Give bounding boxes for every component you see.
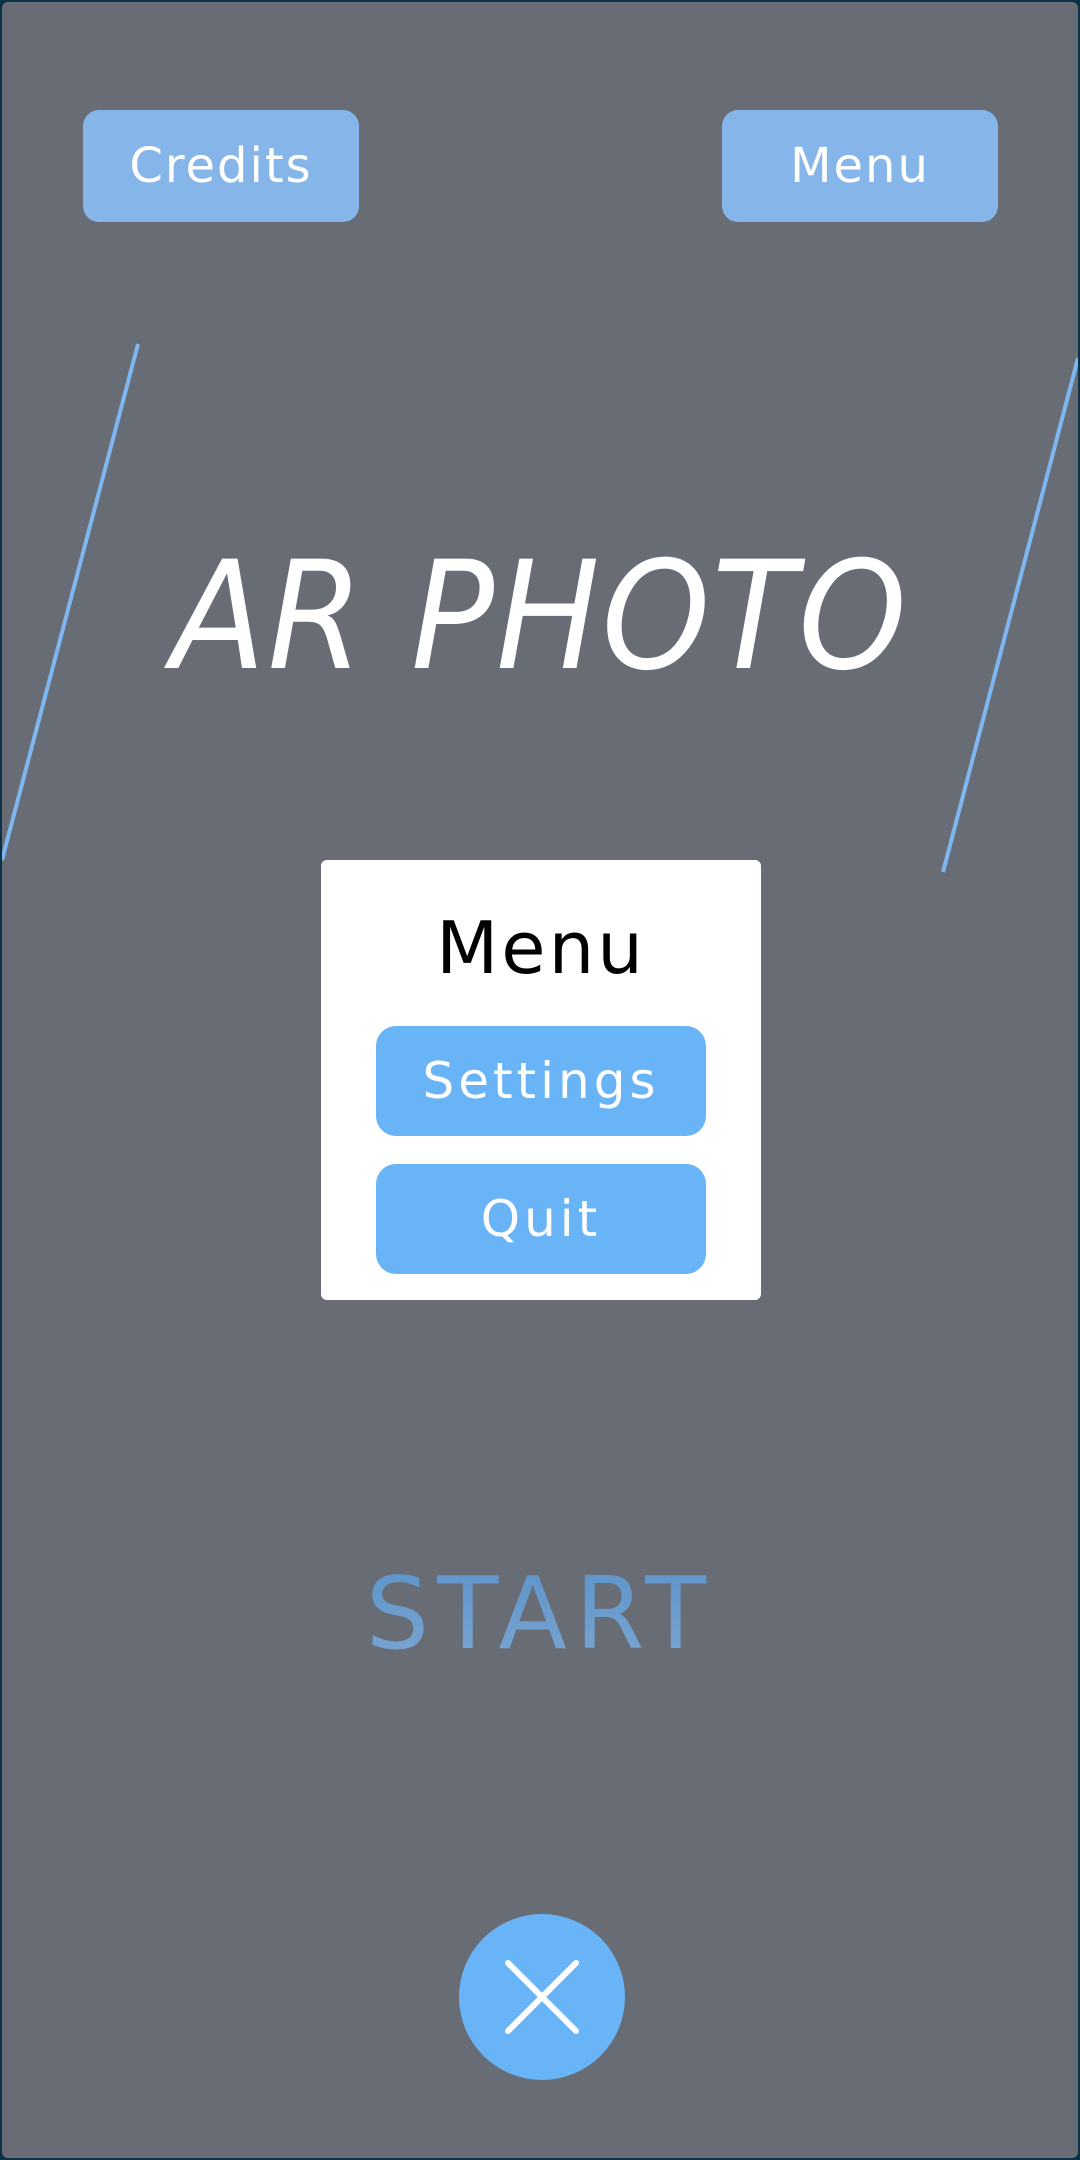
credits-button[interactable]: Credits	[83, 110, 359, 222]
menu-panel: Menu Settings Quit	[321, 860, 761, 1300]
menu-panel-title: Menu	[436, 906, 646, 990]
credits-button-label: Credits	[129, 138, 313, 194]
quit-button-label: Quit	[480, 1190, 602, 1248]
quit-button[interactable]: Quit	[376, 1164, 706, 1274]
close-icon	[505, 1960, 579, 2034]
menu-button[interactable]: Menu	[722, 110, 998, 222]
start-button[interactable]: START	[2, 1554, 1078, 1674]
app-title: AR PHOTO	[171, 530, 909, 704]
close-button[interactable]	[459, 1914, 625, 2080]
settings-button[interactable]: Settings	[376, 1026, 706, 1136]
menu-button-label: Menu	[790, 138, 930, 194]
settings-button-label: Settings	[422, 1052, 660, 1110]
app-screen: Credits Menu AR PHOTO Menu Settings Quit…	[2, 2, 1078, 2158]
